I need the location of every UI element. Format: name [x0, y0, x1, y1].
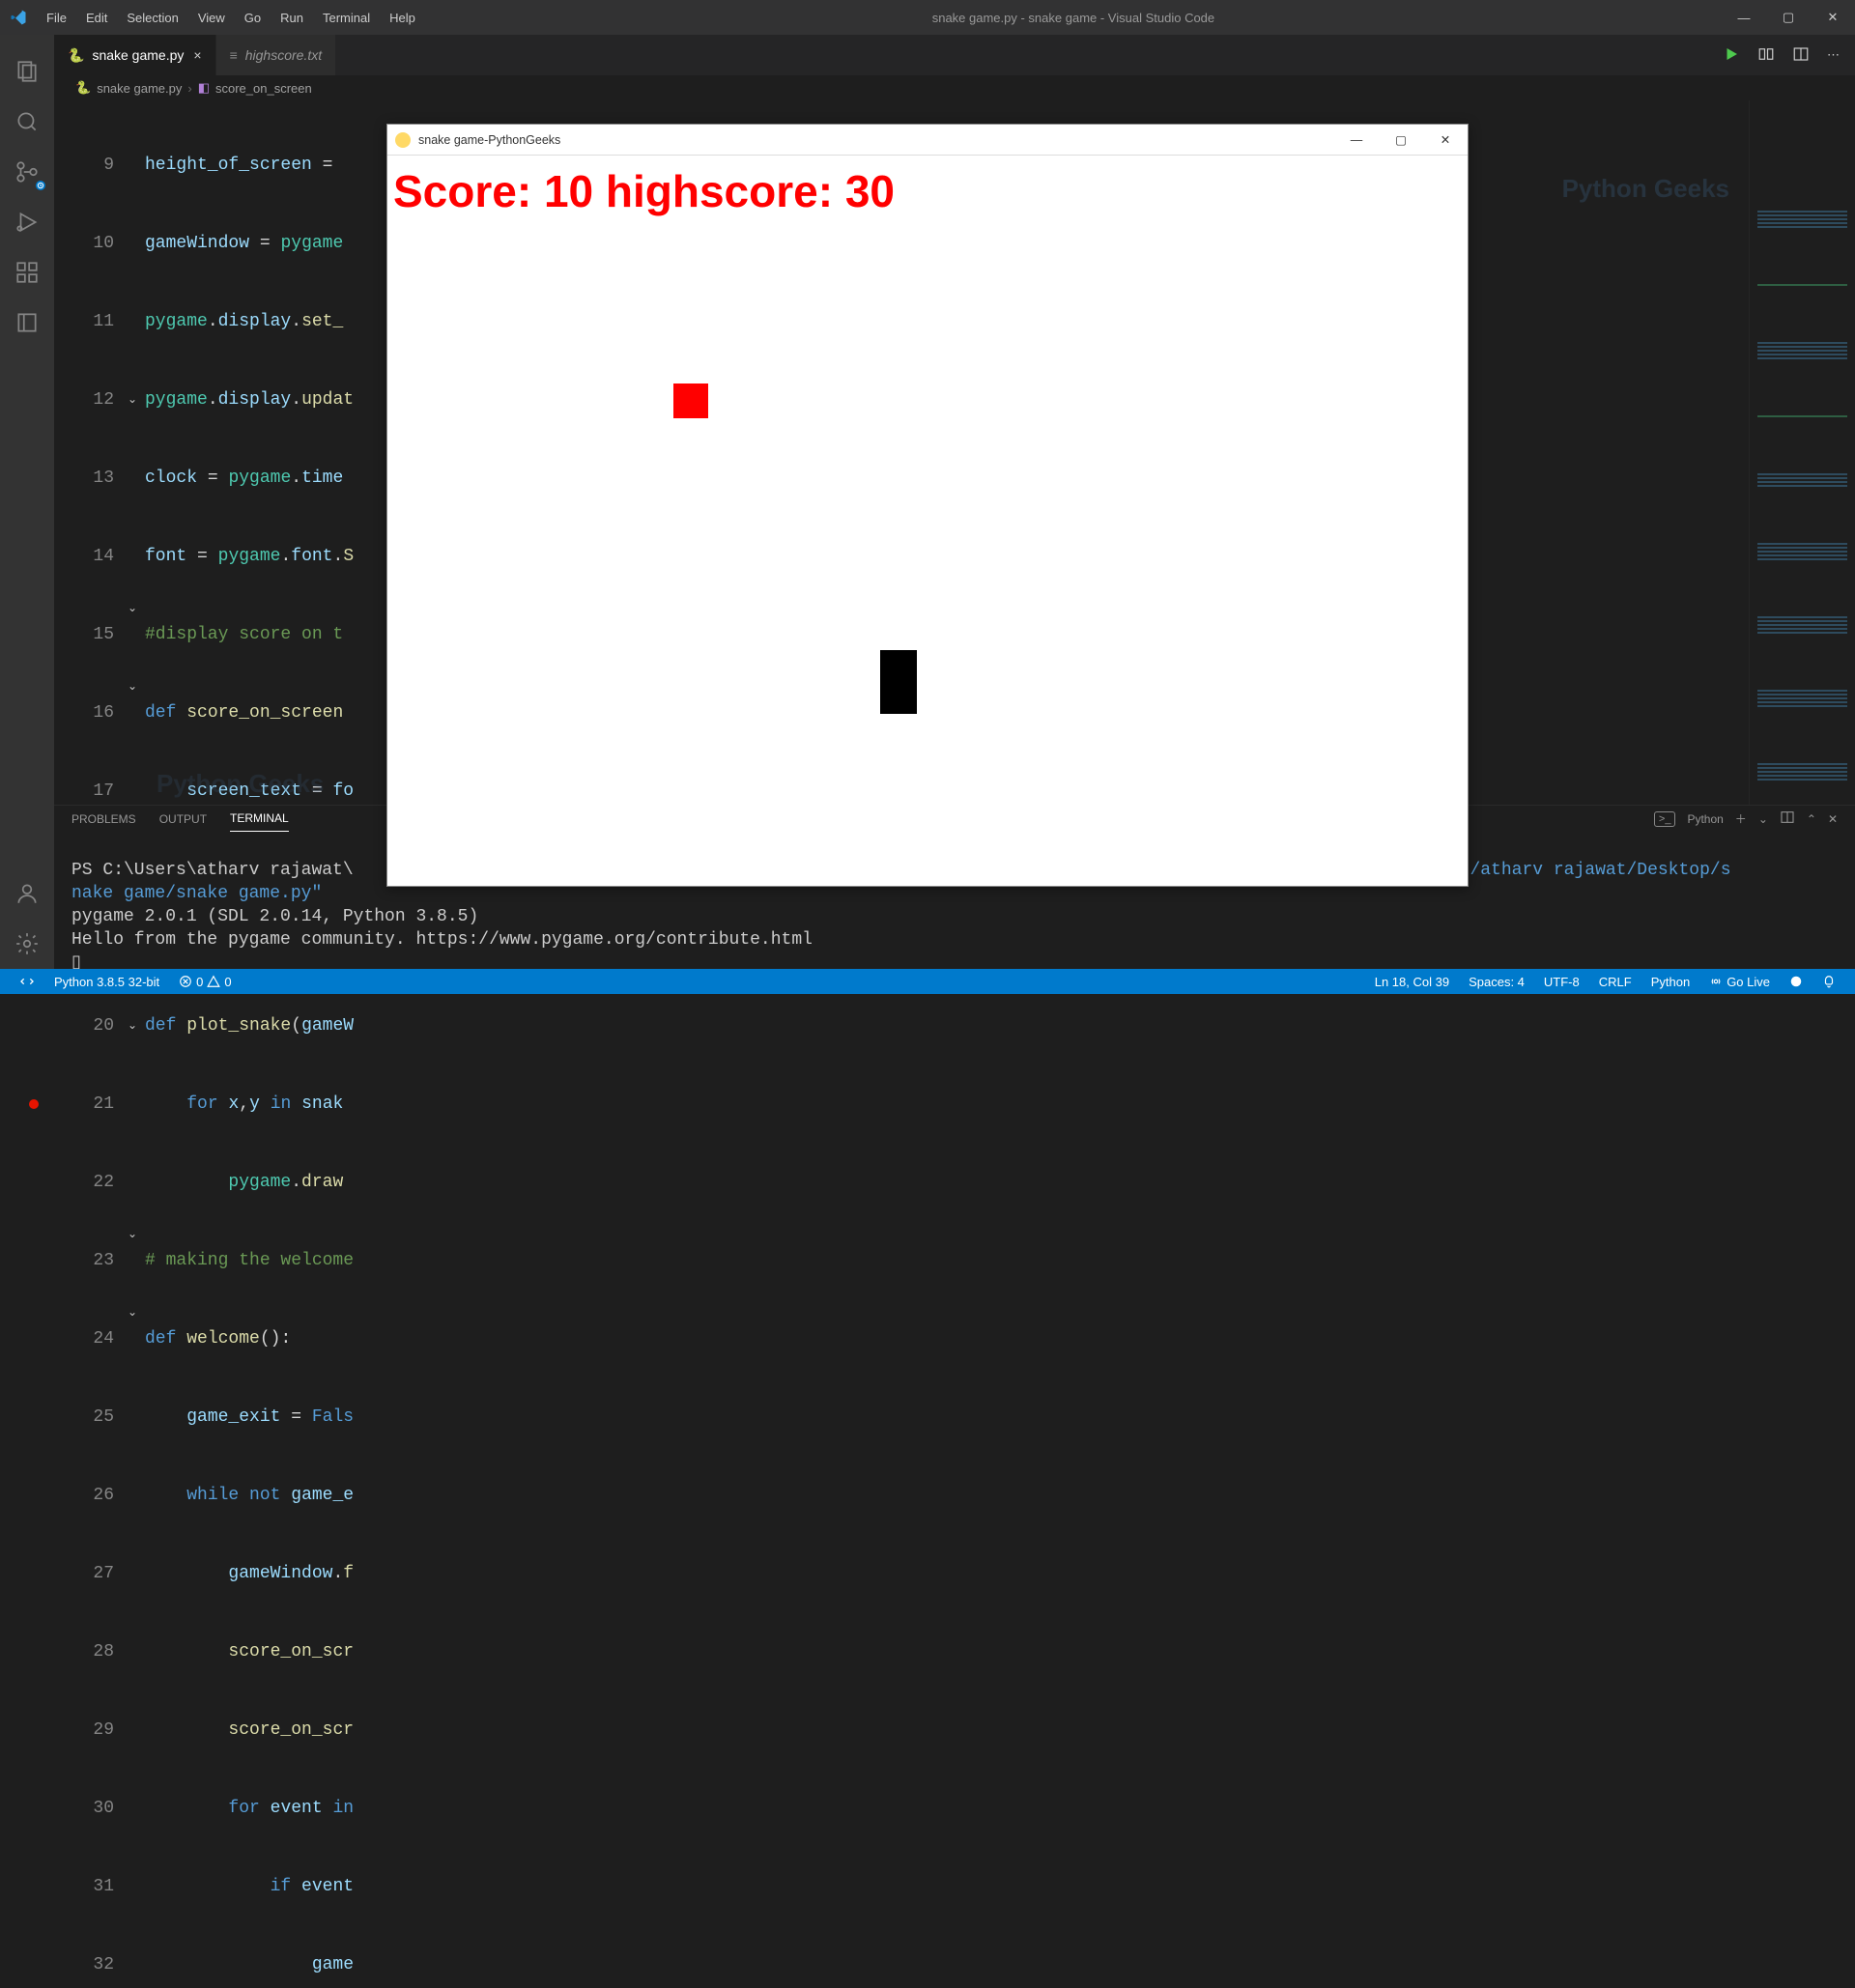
title-bar: File Edit Selection View Go Run Terminal…: [0, 0, 1855, 35]
editor-tabs: 🐍 snake game.py × ≡ highscore.txt ⋯: [54, 35, 1855, 75]
menu-view[interactable]: View: [188, 5, 235, 31]
status-eol[interactable]: CRLF: [1589, 975, 1641, 989]
status-go-live[interactable]: Go Live: [1699, 975, 1780, 989]
game-snake-block: [880, 650, 917, 714]
tab-label: highscore.txt: [245, 47, 322, 63]
search-icon[interactable]: [0, 97, 54, 147]
window-minimize-button[interactable]: —: [1722, 0, 1766, 35]
status-indentation[interactable]: Spaces: 4: [1459, 975, 1534, 989]
panel-tab-output[interactable]: OUTPUT: [159, 807, 207, 832]
source-control-icon[interactable]: [0, 147, 54, 197]
remote-indicator[interactable]: [10, 974, 44, 989]
window-maximize-button[interactable]: ▢: [1766, 0, 1811, 35]
python-file-icon: 🐍: [75, 80, 91, 96]
vscode-logo-icon: [10, 9, 27, 26]
split-editor-icon[interactable]: [1792, 45, 1810, 66]
menu-run[interactable]: Run: [271, 5, 313, 31]
chevron-right-icon: ›: [187, 81, 191, 96]
breakpoint-icon[interactable]: [29, 1099, 39, 1109]
activity-bar: [0, 35, 54, 969]
panel-tab-terminal[interactable]: TERMINAL: [230, 806, 289, 832]
menu-file[interactable]: File: [37, 5, 76, 31]
status-encoding[interactable]: UTF-8: [1534, 975, 1589, 989]
fold-chevron-icon[interactable]: ⌄: [124, 1222, 141, 1248]
breadcrumb-symbol[interactable]: score_on_screen: [215, 81, 312, 96]
pygame-titlebar: snake game-PythonGeeks — ▢ ✕: [387, 125, 1468, 156]
terminal-kernel-label[interactable]: Python: [1687, 812, 1723, 826]
explorer-icon[interactable]: [0, 46, 54, 97]
status-errors[interactable]: 0 0: [169, 975, 241, 989]
menu-edit[interactable]: Edit: [76, 5, 117, 31]
menu-help[interactable]: Help: [380, 5, 425, 31]
run-debug-icon[interactable]: [0, 197, 54, 247]
account-icon[interactable]: [0, 868, 54, 919]
fold-chevron-icon[interactable]: ⌄: [124, 596, 141, 622]
tab-highscore-txt[interactable]: ≡ highscore.txt: [216, 35, 337, 75]
game-food-block: [673, 383, 708, 418]
library-icon[interactable]: [0, 298, 54, 348]
tab-close-icon[interactable]: ×: [193, 47, 201, 63]
symbol-method-icon: ◧: [198, 80, 210, 96]
tab-label: snake game.py: [92, 47, 184, 63]
window-title: snake game.py - snake game - Visual Stud…: [425, 11, 1722, 25]
menu-bar: File Edit Selection View Go Run Terminal…: [37, 5, 425, 31]
status-notifications-icon[interactable]: [1812, 975, 1845, 988]
fold-chevron-icon[interactable]: ⌄: [124, 1013, 141, 1039]
run-code-icon[interactable]: [1723, 45, 1740, 66]
text-file-icon: ≡: [230, 47, 238, 63]
breadcrumb-file[interactable]: snake game.py: [97, 81, 182, 96]
new-terminal-icon[interactable]: ＋: [1735, 810, 1747, 827]
menu-go[interactable]: Go: [235, 5, 271, 31]
close-panel-icon[interactable]: ✕: [1828, 812, 1838, 826]
pygame-window[interactable]: snake game-PythonGeeks — ▢ ✕ Score: 10 h…: [386, 124, 1469, 887]
status-python-version[interactable]: Python 3.8.5 32-bit: [44, 975, 169, 989]
maximize-panel-icon[interactable]: ⌃: [1807, 812, 1816, 826]
pygame-close-button[interactable]: ✕: [1423, 125, 1468, 156]
fold-chevron-icon[interactable]: ⌄: [124, 674, 141, 700]
menu-terminal[interactable]: Terminal: [313, 5, 380, 31]
status-feedback-icon[interactable]: [1780, 975, 1812, 988]
pygame-window-title: snake game-PythonGeeks: [418, 133, 560, 147]
status-bar: Python 3.8.5 32-bit 0 0 Ln 18, Col 39 Sp…: [0, 969, 1855, 994]
breadcrumb: 🐍 snake game.py › ◧ score_on_screen: [54, 75, 1855, 100]
more-actions-icon[interactable]: ⋯: [1827, 47, 1840, 63]
fold-chevron-icon[interactable]: ⌄: [124, 387, 141, 413]
game-score-text: Score: 10 highscore: 30: [393, 165, 895, 217]
panel-tab-problems[interactable]: PROBLEMS: [71, 807, 136, 832]
status-cursor-position[interactable]: Ln 18, Col 39: [1365, 975, 1459, 989]
minimap[interactable]: [1749, 100, 1855, 805]
python-file-icon: 🐍: [68, 47, 84, 64]
line-number-gutter: 9 10 11 12 13 14 15 16 17 18 19 20 21 22…: [54, 100, 124, 805]
fold-column: ⌄ ⌄ ⌄ ⌄ ⌄ ⌄ ⌄: [124, 100, 141, 805]
pygame-maximize-button[interactable]: ▢: [1379, 125, 1423, 156]
pygame-app-icon: [395, 132, 411, 148]
status-language-mode[interactable]: Python: [1641, 975, 1699, 989]
fold-chevron-icon[interactable]: ⌄: [124, 1300, 141, 1326]
settings-gear-icon[interactable]: [0, 919, 54, 969]
tab-snake-game-py[interactable]: 🐍 snake game.py ×: [54, 35, 216, 75]
menu-selection[interactable]: Selection: [117, 5, 187, 31]
terminal-dropdown-icon[interactable]: ⌄: [1758, 812, 1768, 826]
pygame-minimize-button[interactable]: —: [1334, 125, 1379, 156]
compare-icon[interactable]: [1757, 45, 1775, 66]
terminal-kernel-icon: >_: [1654, 811, 1676, 827]
split-terminal-icon[interactable]: [1780, 809, 1795, 828]
window-close-button[interactable]: ✕: [1811, 0, 1855, 35]
pygame-canvas[interactable]: Score: 10 highscore: 30: [387, 156, 1468, 886]
extensions-icon[interactable]: [0, 247, 54, 298]
